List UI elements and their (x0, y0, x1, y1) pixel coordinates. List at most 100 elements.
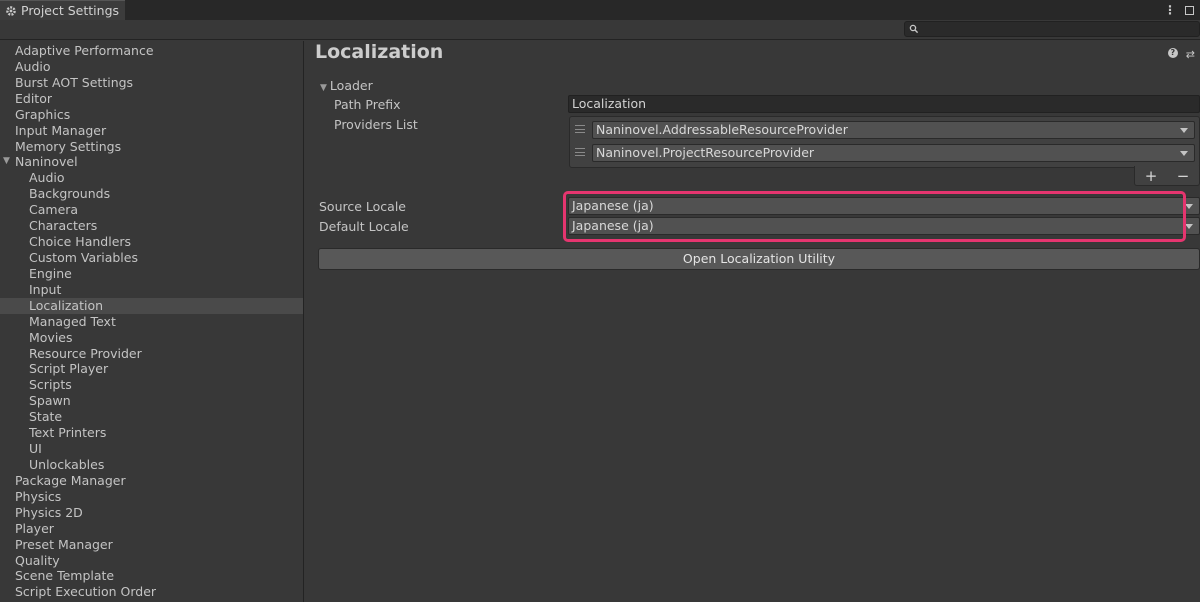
sidebar-item-label: Managed Text (29, 313, 116, 329)
providers-list-label: Providers List (334, 117, 418, 132)
sidebar-item-audio[interactable]: Audio (0, 170, 303, 186)
chevron-down-icon (1180, 128, 1188, 133)
sidebar-item-label: Graphics (15, 106, 71, 122)
sidebar-item-physics[interactable]: Physics (0, 489, 303, 505)
sidebar-item-label: Physics (15, 488, 62, 504)
sidebar-item-ui[interactable]: UI (0, 441, 303, 457)
sidebar-item-label: Scene Template (15, 568, 115, 584)
sidebar-item-resource-provider[interactable]: Resource Provider (0, 346, 303, 362)
sidebar-item-label: Quality (15, 552, 60, 568)
sidebar-item-label: Adaptive Performance (15, 43, 154, 58)
source-locale-dropdown[interactable]: Japanese (ja) (568, 197, 1200, 215)
sidebar-item-package-manager[interactable]: Package Manager (0, 473, 303, 489)
sidebar-item-label: Resource Provider (29, 345, 142, 361)
sidebar-item-physics-2d[interactable]: Physics 2D (0, 505, 303, 521)
list-item: Naninovel.AddressableResourceProvider (570, 119, 1200, 141)
sidebar-item-label: Characters (29, 218, 98, 234)
sidebar-item-audio[interactable]: Audio (0, 59, 303, 75)
sidebar-item-spawn[interactable]: Spawn (0, 393, 303, 409)
sidebar-item-characters[interactable]: Characters (0, 218, 303, 234)
sidebar-item-label: Text Printers (29, 425, 107, 441)
settings-panel: Localization ? ⇄ ▼ Loader Path Prefix Loc… (305, 41, 1200, 602)
sidebar-item-naninovel[interactable]: ▼ Naninovel (0, 154, 303, 170)
sidebar-item-editor[interactable]: Editor (0, 91, 303, 107)
preset-sliders-icon[interactable]: ⇄ (1186, 48, 1195, 61)
sidebar-item-label: Script Player (29, 361, 109, 377)
foldout-expanded-icon[interactable]: ▼ (3, 154, 10, 170)
sidebar-item-label: Package Manager (15, 472, 126, 488)
sidebar-item-backgrounds[interactable]: Backgrounds (0, 186, 303, 202)
sidebar-item-label: Audio (15, 58, 51, 74)
sidebar-item-movies[interactable]: Movies (0, 330, 303, 346)
toolbar (0, 20, 1200, 40)
settings-sidebar: Adaptive Performance Audio Burst AOT Setti… (0, 41, 304, 602)
sidebar-item-camera[interactable]: Camera (0, 202, 303, 218)
provider-dropdown-1[interactable]: Naninovel.AddressableResourceProvider (592, 121, 1195, 139)
search-input[interactable] (904, 21, 1200, 37)
search-icon (909, 24, 919, 34)
tab-title: Project Settings (21, 3, 120, 18)
sidebar-item-script-player[interactable]: Script Player (0, 361, 303, 377)
sidebar-item-label: Input (29, 281, 62, 297)
sidebar-item-state[interactable]: State (0, 409, 303, 425)
sidebar-item-scene-template[interactable]: Scene Template (0, 568, 303, 584)
chevron-down-icon (1180, 151, 1188, 156)
open-localization-utility-button[interactable]: Open Localization Utility (318, 248, 1200, 270)
sidebar-item-label: Localization (29, 297, 104, 313)
sidebar-item-engine[interactable]: Engine (0, 266, 303, 282)
default-locale-dropdown[interactable]: Japanese (ja) (568, 217, 1200, 235)
sidebar-item-localization[interactable]: Localization (0, 297, 303, 314)
sidebar-item-player[interactable]: Player (0, 521, 303, 537)
source-locale-label: Source Locale (319, 199, 406, 214)
sidebar-item-preset-manager[interactable]: Preset Manager (0, 537, 303, 553)
remove-item-button[interactable]: − (1177, 167, 1190, 185)
chevron-down-icon (1185, 224, 1193, 229)
sidebar-item-label: Movies (29, 329, 73, 345)
sidebar-item-memory-settings[interactable]: Memory Settings (0, 139, 303, 155)
help-icon[interactable]: ? (1167, 48, 1178, 58)
list-footer: + − (1134, 166, 1200, 186)
path-prefix-label: Path Prefix (334, 97, 401, 112)
list-item: Naninovel.ProjectResourceProvider (570, 142, 1200, 164)
maximize-icon[interactable] (1185, 5, 1194, 15)
sidebar-item-label: Audio (29, 170, 65, 186)
provider-dropdown-2[interactable]: Naninovel.ProjectResourceProvider (592, 144, 1195, 162)
kebab-menu-icon[interactable]: ⋮ (1164, 3, 1176, 17)
default-locale-value: Japanese (ja) (572, 218, 654, 233)
loader-foldout[interactable]: ▼ Loader (320, 78, 373, 93)
sidebar-item-scripts[interactable]: Scripts (0, 377, 303, 393)
tab-project-settings[interactable]: Project Settings (0, 0, 125, 20)
foldout-expanded-icon: ▼ (320, 83, 327, 93)
sidebar-item-label: Engine (29, 265, 72, 281)
drag-handle-icon[interactable] (575, 125, 585, 133)
sidebar-item-label: Burst AOT Settings (15, 74, 134, 90)
window-titlebar: Project Settings ⋮ (0, 0, 1200, 20)
sidebar-item-label: UI (29, 441, 42, 457)
add-item-button[interactable]: + (1145, 167, 1158, 185)
sidebar-item-label: Input Manager (15, 122, 107, 138)
sidebar-item-input[interactable]: Input (0, 282, 303, 298)
sidebar-item-burst-aot-settings[interactable]: Burst AOT Settings (0, 75, 303, 91)
sidebar-item-quality[interactable]: Quality (0, 553, 303, 569)
sidebar-item-adaptive-performance[interactable]: Adaptive Performance (0, 43, 303, 59)
window-buttons: ⋮ (1164, 0, 1200, 20)
sidebar-item-label: Player (15, 520, 54, 536)
sidebar-item-managed-text[interactable]: Managed Text (0, 314, 303, 330)
sidebar-item-label: State (29, 409, 63, 425)
sidebar-item-graphics[interactable]: Graphics (0, 107, 303, 123)
default-locale-label: Default Locale (319, 219, 409, 234)
sidebar-item-unlockables[interactable]: Unlockables (0, 457, 303, 473)
sidebar-item-label: Backgrounds (29, 186, 111, 202)
sidebar-item-choice-handlers[interactable]: Choice Handlers (0, 234, 303, 250)
sidebar-item-label: Script Execution Order (15, 584, 157, 600)
sidebar-item-text-printers[interactable]: Text Printers (0, 425, 303, 441)
sidebar-item-label: Unlockables (29, 456, 105, 472)
sidebar-item-label: Preset Manager (15, 536, 113, 552)
sidebar-item-script-execution-order[interactable]: Script Execution Order (0, 584, 303, 600)
path-prefix-input[interactable]: Localization (568, 95, 1200, 113)
sidebar-item-input-manager[interactable]: Input Manager (0, 123, 303, 139)
chevron-down-icon (1185, 204, 1193, 209)
drag-handle-icon[interactable] (575, 148, 585, 156)
sidebar-item-custom-variables[interactable]: Custom Variables (0, 250, 303, 266)
provider-value: Naninovel.AddressableResourceProvider (596, 122, 848, 137)
